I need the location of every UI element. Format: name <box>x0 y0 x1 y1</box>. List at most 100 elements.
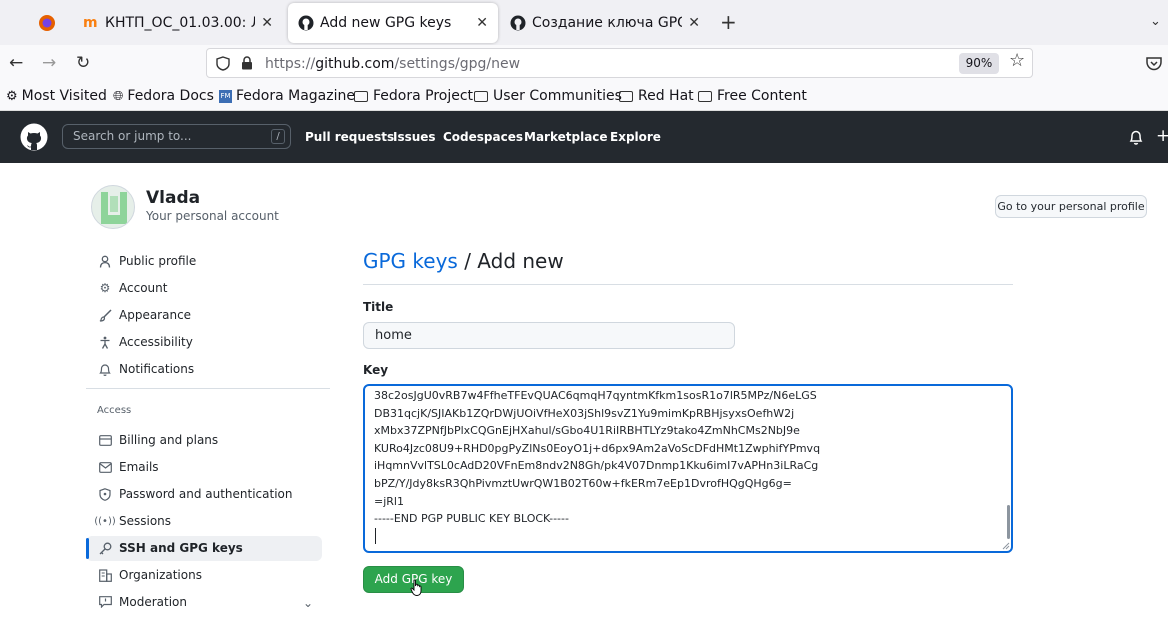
key-text-line: KURo4Jzc08U9+RHD0pgPyZlNs0EoyO1j+d6px9Am… <box>374 442 821 455</box>
sidebar-item-password-authentication[interactable]: Password and authentication <box>98 483 293 505</box>
go-to-profile-button[interactable]: Go to your personal profile <box>995 195 1147 218</box>
github-logo-icon[interactable] <box>20 123 48 151</box>
folder-icon <box>354 90 368 102</box>
nav-codespaces[interactable]: Codespaces <box>443 130 523 144</box>
nav-pull-requests[interactable]: Pull requests <box>305 130 394 144</box>
nav-marketplace[interactable]: Marketplace <box>524 130 608 144</box>
sidebar-item-moderation[interactable]: Moderation <box>98 591 187 613</box>
zoom-level[interactable]: 90% <box>959 53 999 74</box>
resize-handle-icon[interactable] <box>1001 541 1010 550</box>
sidebar-item-label: Sessions <box>119 514 172 528</box>
new-tab-button[interactable]: + <box>720 10 737 34</box>
sidebar-section-heading: Access <box>97 405 132 416</box>
key-field-label: Key <box>363 363 389 377</box>
identicon-icon <box>101 192 127 224</box>
sidebar-item-appearance[interactable]: Appearance <box>98 304 191 326</box>
url-scheme: https:// <box>265 56 316 72</box>
key-text-line: iHqmnVvlTSL0cAdD20VFnEm8ndv2N8Gh/pk4V07D… <box>374 459 819 472</box>
text-caret <box>375 528 376 544</box>
sidebar-item-label: Appearance <box>119 308 192 322</box>
sidebar-item-ssh-gpg-keys[interactable]: SSH and GPG keys <box>98 537 243 559</box>
bookmark-free-content[interactable]: Free Content <box>698 88 807 104</box>
shield-lock-icon <box>98 487 112 501</box>
chevron-down-icon[interactable]: ⌄ <box>303 596 313 610</box>
forward-arrow-icon[interactable]: → <box>42 53 56 73</box>
bookmark-star-icon[interactable]: ☆ <box>1009 50 1025 71</box>
gear-icon: ⚙ <box>99 281 111 295</box>
bookmark-label: Fedora Project <box>373 88 474 104</box>
close-tab-icon[interactable]: ✕ <box>476 15 488 31</box>
bookmark-most-visited[interactable]: ⚙ Most Visited <box>6 88 107 104</box>
key-text-line: xMbx37ZPNfJbPlxCQGnEjHXahul/sGbo4U1RiIRB… <box>374 424 800 437</box>
url-bar[interactable]: https://github.com/settings/gpg/new 90% … <box>206 48 1033 78</box>
url-text[interactable]: https://github.com/settings/gpg/new <box>265 56 520 72</box>
sidebar-item-billing[interactable]: Billing and plans <box>98 429 218 451</box>
bell-icon <box>98 362 112 376</box>
sidebar-item-accessibility[interactable]: Accessibility <box>98 331 193 353</box>
shield-icon[interactable] <box>216 56 230 71</box>
user-name[interactable]: Vlada <box>146 188 200 208</box>
bookmark-fedora-project[interactable]: Fedora Project <box>354 88 473 104</box>
search-placeholder: Search or jump to... <box>73 129 192 143</box>
pocket-icon[interactable] <box>1146 56 1162 71</box>
bookmark-fedora-docs[interactable]: 🌐︎ Fedora Docs <box>113 88 214 104</box>
sidebar-item-sessions[interactable]: ((•)) Sessions <box>94 510 172 532</box>
reload-icon[interactable]: ↻ <box>76 53 90 73</box>
key-textarea[interactable]: 38c2osJgU0vRB7w4FfheTFEvQUAC6qmqH7qyntmK… <box>363 384 1013 553</box>
title-input[interactable]: home <box>363 322 735 349</box>
bookmark-fedora-magazine[interactable]: FM Fedora Magazine <box>219 88 355 104</box>
settings-page: Vlada Your personal account Go to your p… <box>0 163 1168 622</box>
sidebar-item-emails[interactable]: Emails <box>98 456 159 478</box>
sidebar-divider <box>86 388 330 389</box>
folder-icon <box>474 90 488 102</box>
tab-lab[interactable]: m КНТП_ОС_01.03.00: Лаб ✕ <box>73 3 283 43</box>
fedora-magazine-icon: FM <box>219 89 232 103</box>
tab-title: Add new GPG keys <box>320 15 452 31</box>
sidebar-item-public-profile[interactable]: Public profile <box>98 250 196 272</box>
bookmark-red-hat[interactable]: Red Hat <box>619 88 694 104</box>
close-tab-icon[interactable]: ✕ <box>261 15 273 31</box>
github-search-input[interactable]: Search or jump to... / <box>62 124 291 149</box>
avatar[interactable] <box>91 185 135 229</box>
mail-icon <box>98 460 112 474</box>
broadcast-icon: ((•)) <box>94 515 116 527</box>
close-tab-icon[interactable]: ✕ <box>688 15 700 31</box>
folder-icon <box>698 90 712 102</box>
nav-explore[interactable]: Explore <box>610 130 661 144</box>
title-divider <box>363 284 1013 285</box>
textarea-scrollbar[interactable] <box>1007 505 1010 539</box>
title-field-label: Title <box>363 300 394 314</box>
tab-create-gpg-key[interactable]: Создание ключа GPG - G ✕ <box>500 3 710 43</box>
create-new-plus-icon[interactable]: + <box>1156 126 1168 146</box>
sidebar-item-label: Account <box>119 281 168 295</box>
nav-issues[interactable]: Issues <box>393 130 436 144</box>
mouse-pointer-icon <box>410 579 422 596</box>
folder-icon <box>619 90 633 102</box>
browser-tab-bar: m КНТП_ОС_01.03.00: Лаб ✕ Add new GPG ke… <box>0 0 1168 45</box>
bookmark-user-communities[interactable]: User Communities <box>474 88 622 104</box>
gpg-keys-breadcrumb-link[interactable]: GPG keys <box>363 249 458 273</box>
key-text-line: 38c2osJgU0vRB7w4FfheTFEvQUAC6qmqH7qyntmK… <box>374 389 817 402</box>
sidebar-active-indicator <box>86 538 89 559</box>
url-path: /settings/gpg/new <box>394 56 521 72</box>
report-icon <box>98 595 112 609</box>
sidebar-item-account[interactable]: ⚙ Account <box>98 277 168 299</box>
back-arrow-icon[interactable]: ← <box>9 53 23 73</box>
notifications-bell-icon[interactable] <box>1129 129 1143 145</box>
account-type: Your personal account <box>146 209 279 223</box>
key-text-line: bPZ/Y/Jdy8ksR3QhPivmztUwrQW1B02T60w+fkER… <box>374 477 792 490</box>
sidebar-item-organizations[interactable]: Organizations <box>98 564 202 586</box>
key-icon <box>98 541 112 555</box>
key-text-line: DB31qcjK/SJIAKb1ZQrDWjUOiVfHeX03jShl9svZ… <box>374 407 795 420</box>
sidebar-item-label: Billing and plans <box>119 433 219 447</box>
tab-add-gpg-keys[interactable]: Add new GPG keys ✕ <box>288 3 498 43</box>
firefox-view-icon[interactable] <box>36 12 58 34</box>
bookmark-label: User Communities <box>493 88 622 104</box>
bookmarks-toolbar: ⚙ Most Visited 🌐︎ Fedora Docs FM Fedora Mag… <box>0 83 1168 111</box>
key-text-line: -----END PGP PUBLIC KEY BLOCK----- <box>374 512 569 525</box>
credit-card-icon <box>98 433 112 447</box>
list-tabs-chevron-icon[interactable]: ⌄ <box>1150 14 1161 29</box>
sidebar-item-notifications[interactable]: Notifications <box>98 358 194 380</box>
lock-icon[interactable] <box>241 56 253 70</box>
paintbrush-icon <box>98 308 112 322</box>
